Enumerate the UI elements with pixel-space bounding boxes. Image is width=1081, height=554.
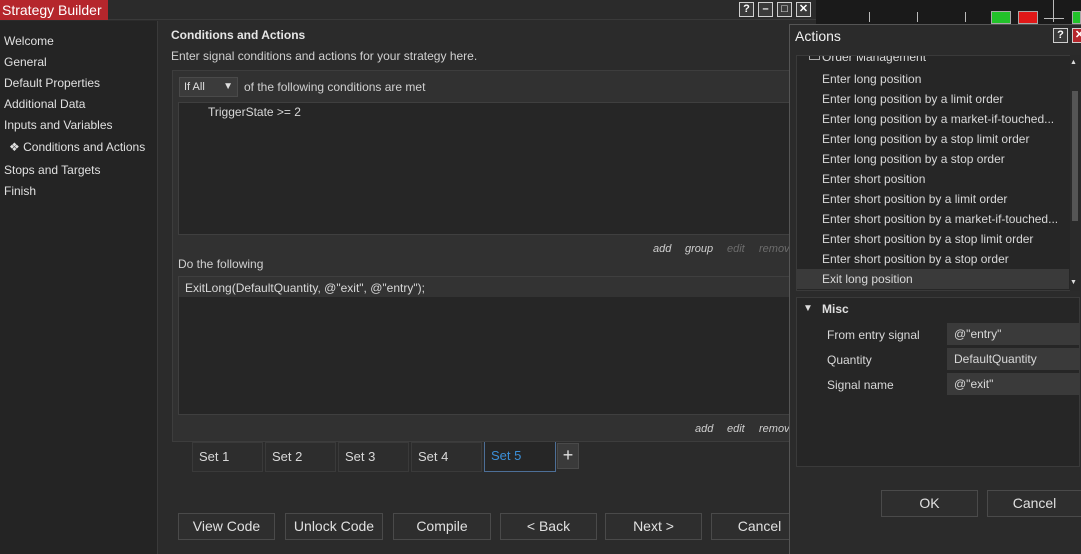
group-order-management[interactable]: Order Management xyxy=(822,56,1067,67)
list-item[interactable]: Enter long position by a limit order xyxy=(822,89,1067,109)
action-add-link[interactable]: add xyxy=(695,423,713,435)
green-marker-icon xyxy=(1072,11,1081,24)
condition-edit-link[interactable]: edit xyxy=(727,243,745,255)
scroll-down-icon[interactable]: ▼ xyxy=(1070,279,1077,286)
tab-set-5[interactable]: Set 5 xyxy=(484,442,556,472)
red-marker-icon xyxy=(1018,11,1038,24)
sidebar-item-inputs-variables[interactable]: Inputs and Variables xyxy=(4,116,113,134)
property-label: Signal name xyxy=(827,378,894,392)
condition-add-link[interactable]: add xyxy=(653,243,671,255)
maximize-icon[interactable]: □ xyxy=(777,2,792,17)
from-entry-signal-field[interactable]: @"entry" xyxy=(947,323,1080,345)
sidebar-item-conditions-actions[interactable]: ❖ Conditions and Actions xyxy=(9,138,145,156)
sidebar-item-general[interactable]: General xyxy=(4,53,47,71)
green-marker-icon xyxy=(991,11,1011,24)
compile-button[interactable]: Compile xyxy=(393,513,491,540)
strategy-builder-window: Strategy Builder ? – □ ✕ Welcome General… xyxy=(0,0,816,554)
unlock-code-button[interactable]: Unlock Code xyxy=(285,513,383,540)
page-title: Conditions and Actions xyxy=(171,28,306,42)
list-item[interactable]: Enter long position by a market-if-touch… xyxy=(822,109,1067,129)
sidebar-item-welcome[interactable]: Welcome xyxy=(4,32,54,50)
condition-mode-select[interactable]: If All ▼ xyxy=(179,77,238,97)
chart-tick xyxy=(917,12,918,22)
action-edit-link[interactable]: edit xyxy=(727,423,745,435)
wizard-sidebar: Welcome General Default Properties Addit… xyxy=(0,21,158,554)
list-item[interactable]: Enter long position xyxy=(822,69,1067,89)
minimize-icon[interactable]: – xyxy=(758,2,773,17)
list-item-selected[interactable]: Exit long position xyxy=(797,269,1069,289)
help-icon[interactable]: ? xyxy=(739,2,754,17)
conditions-editor[interactable] xyxy=(178,102,808,235)
chart-tick xyxy=(965,12,966,22)
property-label: From entry signal xyxy=(827,328,920,342)
sidebar-item-finish[interactable]: Finish xyxy=(4,182,36,200)
chart-line xyxy=(1044,18,1064,19)
close-icon[interactable]: ✕ xyxy=(796,2,811,17)
actions-dialog-title: Actions xyxy=(790,25,1081,47)
page-description: Enter signal conditions and actions for … xyxy=(171,49,478,63)
action-list[interactable]: Order Management Enter long position Ent… xyxy=(796,55,1072,291)
quantity-field[interactable]: DefaultQuantity xyxy=(947,348,1080,370)
scrollbar[interactable]: ▲ ▼ xyxy=(1070,55,1080,291)
property-label: Quantity xyxy=(827,353,872,367)
scroll-thumb[interactable] xyxy=(1072,91,1078,221)
next-button[interactable]: Next > xyxy=(605,513,702,540)
tab-set-2[interactable]: Set 2 xyxy=(265,442,336,472)
actions-dialog: Actions ? ✕ Order Management Enter long … xyxy=(789,24,1081,554)
sidebar-item-stops-targets[interactable]: Stops and Targets xyxy=(4,161,101,179)
close-icon[interactable]: ✕ xyxy=(1072,28,1081,43)
condition-row[interactable]: TriggerState >= 2 xyxy=(208,105,301,119)
active-marker-icon: ❖ xyxy=(9,140,20,154)
misc-heading: Misc xyxy=(822,302,849,316)
actions-heading: Do the following xyxy=(178,257,264,271)
list-item[interactable]: Enter short position xyxy=(822,169,1067,189)
tab-set-1[interactable]: Set 1 xyxy=(192,442,263,472)
list-item[interactable]: Enter short position by a stop order xyxy=(822,249,1067,269)
action-row[interactable]: ExitLong(DefaultQuantity, @"exit", @"ent… xyxy=(185,281,425,295)
list-item[interactable]: Enter long position by a stop limit orde… xyxy=(822,129,1067,149)
view-code-button[interactable]: View Code xyxy=(178,513,275,540)
collapse-icon[interactable] xyxy=(809,56,820,60)
title-bar: Strategy Builder ? – □ ✕ xyxy=(0,0,816,20)
condition-suffix: of the following conditions are met xyxy=(244,80,426,94)
condition-group-link[interactable]: group xyxy=(685,243,713,255)
ok-button[interactable]: OK xyxy=(881,490,978,517)
dialog-cancel-button[interactable]: Cancel xyxy=(987,490,1081,517)
help-icon[interactable]: ? xyxy=(1053,28,1068,43)
chevron-down-icon: ▼ xyxy=(223,81,233,92)
window-title: Strategy Builder xyxy=(0,0,108,20)
collapse-triangle-icon[interactable]: ▼ xyxy=(803,303,813,314)
sidebar-item-label: Conditions and Actions xyxy=(23,140,146,154)
back-button[interactable]: < Back xyxy=(500,513,597,540)
chart-tick xyxy=(869,12,870,22)
add-set-button[interactable]: + xyxy=(557,443,579,469)
sidebar-item-default-properties[interactable]: Default Properties xyxy=(4,74,100,92)
signal-name-field[interactable]: @"exit" xyxy=(947,373,1080,395)
list-item[interactable]: Enter short position by a stop limit ord… xyxy=(822,229,1067,249)
list-item[interactable]: Enter long position by a stop order xyxy=(822,149,1067,169)
sidebar-item-additional-data[interactable]: Additional Data xyxy=(4,95,85,113)
tab-set-4[interactable]: Set 4 xyxy=(411,442,482,472)
list-item[interactable]: Enter short position by a market-if-touc… xyxy=(822,209,1067,229)
tab-set-3[interactable]: Set 3 xyxy=(338,442,409,472)
misc-properties-panel: ▼ Misc From entry signal @"entry" Quanti… xyxy=(796,297,1080,467)
list-item[interactable]: Enter short position by a limit order xyxy=(822,189,1067,209)
scroll-up-icon[interactable]: ▲ xyxy=(1070,59,1077,66)
condition-mode-value: If All xyxy=(184,81,205,93)
